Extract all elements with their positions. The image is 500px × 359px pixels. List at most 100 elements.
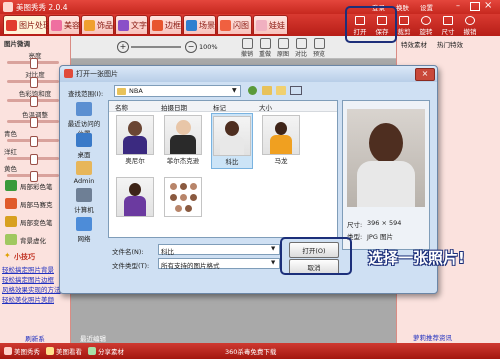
compare-icon [295,38,307,49]
photo-thumbnail [164,115,202,155]
tips-link-4[interactable]: 轻松美化照片美颜 [2,294,54,304]
status-item-viewer[interactable]: 美图看看 [46,345,82,357]
yellow-slider[interactable] [7,171,59,182]
right-tab-effects[interactable]: 特效素材 [401,39,427,49]
annotation-text: 选择一张照片! [368,249,465,267]
color-brush-icon [5,180,17,191]
frame-icon [152,19,163,31]
place-desktop[interactable]: 桌面 [65,133,103,159]
crop-icon [399,16,409,25]
place-computer[interactable]: 计算机 [65,188,103,214]
slider-knob[interactable] [30,96,38,107]
up-folder-icon[interactable] [262,86,272,95]
user-folder-icon [76,161,92,175]
top-link-skin[interactable]: 换肤 [396,2,409,12]
flash-icon [220,19,231,31]
saturation-slider[interactable] [7,96,59,107]
filetype-select[interactable]: 所有支持的图片格式 ▼ [158,258,280,270]
dialog-title: 打开一张图片 [76,70,118,78]
zoom-out-icon[interactable]: − [185,41,197,53]
tab-image-process[interactable]: 图片处理 [3,15,51,34]
file-item[interactable] [115,177,155,217]
rotate-button[interactable]: 旋转 [416,14,436,36]
file-item[interactable]: 奥尼尔 [115,115,155,165]
place-admin[interactable]: Admin [65,161,103,185]
tab-flash[interactable]: 闪图 [217,15,252,34]
view-menu-icon[interactable] [290,86,302,95]
background-blur-item[interactable]: 背景虚化 [5,234,46,245]
view-undo-button[interactable]: 撤销 [239,38,255,58]
photo-thumbnail [164,177,202,217]
magenta-slider[interactable] [7,154,59,165]
minimize-icon[interactable]: – [456,2,466,11]
status-center-text[interactable]: 360杀毒免费下载 [225,345,276,357]
column-tags[interactable]: 标记 [213,102,226,112]
contrast-slider[interactable] [7,77,59,88]
slider-knob[interactable] [30,117,38,128]
app-title: 美图秀秀 2.0.4 [16,3,68,12]
slider-knob[interactable] [30,58,38,69]
file-list[interactable]: 名称 拍摄日期 标记 大小 奥尼尔 菲尔杰克逊 科比 马龙 [108,100,338,238]
photo-thumbnail [116,115,154,155]
tips-link-2[interactable]: 轻松搞定图片边框 [2,274,54,284]
tab-doll[interactable]: 娃娃 [253,15,288,34]
desktop-icon [76,133,92,147]
column-name[interactable]: 名称 [115,102,128,112]
status-item-meitu[interactable]: 美图秀秀 [4,345,40,357]
file-item-selected[interactable]: 科比 [211,113,253,169]
resize-button[interactable]: 尺寸 [438,14,458,36]
file-item[interactable]: 菲尔杰克逊 [163,115,203,165]
tab-beauty[interactable]: 美容 [48,15,80,34]
text-icon [118,19,129,31]
file-item[interactable] [163,177,203,217]
temperature-slider[interactable] [7,117,59,128]
view-compare-button[interactable]: 对比 [293,38,309,58]
look-in-dropdown[interactable]: NBA ▼ [114,85,241,97]
tab-frame[interactable]: 边框 [149,15,182,34]
zoom-percent: 100% [199,43,218,51]
recent-places-icon [76,102,92,116]
local-recolor-brush-item[interactable]: 局部变色笔 [5,216,53,227]
crop-button[interactable]: 裁剪 [394,14,414,36]
status-bar: 美图秀秀 美图看看 分享素材 360杀毒免费下载 [0,343,500,359]
local-mosaic-item[interactable]: 局部马赛克 [5,198,53,209]
undo-button[interactable]: 撤销 [460,14,480,36]
file-item[interactable]: 马龙 [261,115,301,165]
maximize-icon[interactable] [470,2,480,11]
place-network[interactable]: 网络 [65,217,103,243]
cyan-slider[interactable] [7,136,59,147]
rotate-icon [421,16,431,25]
tab-scene[interactable]: 场景 [183,15,216,34]
close-icon[interactable]: × [484,0,492,11]
tab-accessories[interactable]: 饰品 [81,15,114,34]
right-panel-footer[interactable]: 萝莉推荐资讯 [413,332,452,342]
status-item-share[interactable]: 分享素材 [88,345,124,357]
zoom-in-icon[interactable]: + [117,41,129,53]
back-icon[interactable] [248,86,257,95]
brightness-slider[interactable] [7,58,59,69]
tips-link-3[interactable]: 风格效果实现的方法 [2,284,61,294]
app-logo-icon [3,2,13,12]
zoom-slider[interactable] [131,46,181,48]
left-panel-title: 图片微调 [4,40,30,48]
view-preview-button[interactable]: 预览 [311,38,327,58]
tips-icon: ✦ [4,251,11,260]
top-link-settings[interactable]: 设置 [420,2,433,12]
new-folder-icon[interactable] [276,86,286,95]
preview-icon [313,38,325,49]
column-size[interactable]: 大小 [259,102,272,112]
tips-link-1[interactable]: 轻松搞定照片背景 [2,264,54,274]
slider-knob[interactable] [30,77,38,88]
view-redo-button[interactable]: 重做 [257,38,273,58]
left-panel-footer[interactable]: 刷新系 [0,333,70,343]
dialog-close-icon[interactable]: × [415,68,435,81]
tab-text[interactable]: 文字 [115,15,148,34]
view-original-button[interactable]: 原图 [275,38,291,58]
photo-thumbnail [213,116,251,156]
recent-edit-label[interactable]: 最近编辑 [80,333,106,343]
local-color-brush-item[interactable]: 局部彩色笔 [5,180,53,191]
column-date[interactable]: 拍摄日期 [161,102,187,112]
filename-input[interactable]: 科比 ▼ [158,244,280,256]
folder-icon [117,88,126,95]
right-tab-hot[interactable]: 热门特效 [437,39,463,49]
